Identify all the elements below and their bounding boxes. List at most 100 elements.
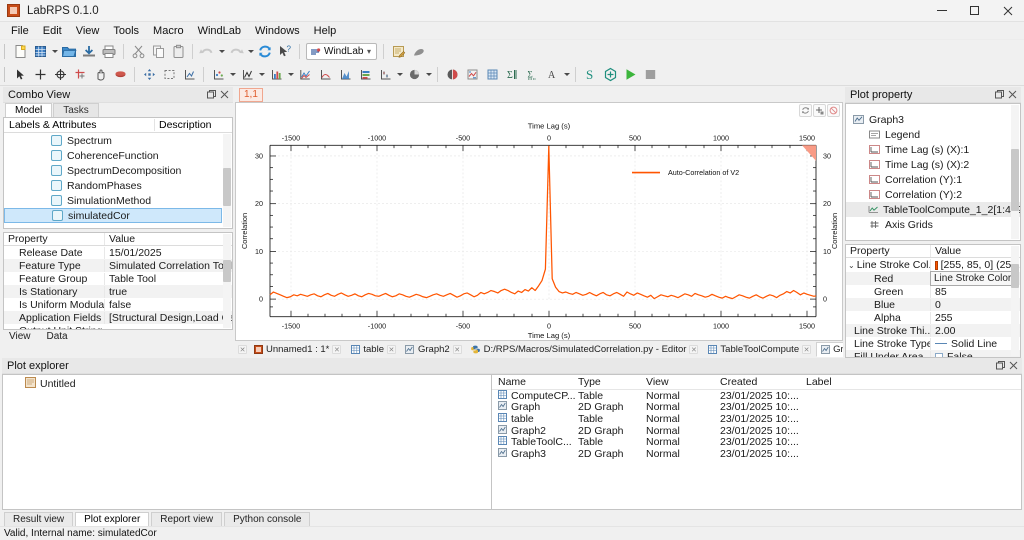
redo-dropdown-icon[interactable] <box>246 42 255 62</box>
pp-property-row-fill-under-area[interactable]: Fill Under Area False <box>846 350 1020 358</box>
col-header-view[interactable]: View <box>646 376 720 388</box>
document-tab-unnamed1[interactable]: Unnamed1 : 1* ✕ <box>249 342 345 357</box>
property-value[interactable]: [Structural Design,Load Calc... <box>104 312 232 324</box>
run-icon[interactable] <box>620 64 640 84</box>
pie-chart-icon[interactable] <box>404 64 424 84</box>
workbench-selector[interactable]: WindLab ▾ <box>306 43 377 60</box>
pp-property-row-line-stroke-type[interactable]: Line Stroke Type Solid Line <box>846 337 1020 350</box>
table-row[interactable]: TableToolC... Table Normal 23/01/2025 10… <box>492 436 1021 448</box>
autocorrelation-chart[interactable]: -1500-1000-500 050010001500 -1500-1000-5… <box>236 118 842 340</box>
tree-item-randomphases[interactable]: RandomPhases <box>4 178 232 193</box>
pie-chart-dropdown-icon[interactable] <box>424 64 433 84</box>
crosshair-icon[interactable] <box>30 64 50 84</box>
tab-view[interactable]: View <box>9 331 31 342</box>
property-value[interactable]: Simulated Correlation Tool <box>104 260 232 272</box>
move-icon[interactable] <box>139 64 159 84</box>
zoom-crosshair-icon[interactable] <box>70 64 90 84</box>
pp-item-timelag-x1[interactable]: Time Lag (s) (X):1 <box>846 142 1020 157</box>
property-value[interactable]: Table Tool <box>104 273 232 285</box>
close-icon[interactable]: ✕ <box>332 345 341 354</box>
plot-expl-item-untitled[interactable]: Untitled <box>3 375 491 389</box>
paste-icon[interactable] <box>168 42 188 62</box>
box-plot-icon[interactable] <box>355 64 375 84</box>
pp-item-tabletoolcompute-curve[interactable]: TableToolCompute_1_2[1:4097] <box>846 202 1020 217</box>
plot-cell-tab[interactable]: 1,1 <box>239 88 263 102</box>
add-simulation-icon[interactable] <box>600 64 620 84</box>
stack-plot-icon[interactable] <box>295 64 315 84</box>
pp-property-row-green[interactable]: Green 85 <box>846 285 1020 298</box>
col-header-name[interactable]: Name <box>492 376 578 388</box>
text-tool-icon[interactable]: A <box>542 64 562 84</box>
chevron-down-icon[interactable]: ▾ <box>363 47 374 56</box>
scale-icon[interactable] <box>179 64 199 84</box>
col-header-label[interactable]: Label <box>806 376 1021 388</box>
scatter-error-dropdown-icon[interactable] <box>395 64 404 84</box>
pp-property-value[interactable]: 85 <box>930 286 1020 298</box>
area-plot-icon[interactable] <box>335 64 355 84</box>
undock-icon[interactable] <box>205 88 218 101</box>
menu-windows[interactable]: Windows <box>248 23 307 39</box>
pp-property-row-line-stroke-color[interactable]: ⌄ Line Stroke Col... [255, 85, 0] (25... <box>846 258 1020 272</box>
pp-property-value[interactable]: 2.00 <box>930 325 1020 337</box>
menu-help[interactable]: Help <box>307 23 344 39</box>
magnet-icon[interactable] <box>110 64 130 84</box>
scatter-plot-icon[interactable] <box>208 64 228 84</box>
pp-property-value[interactable]: 255 <box>930 312 1020 324</box>
pp-property-row-alpha[interactable]: Alpha 255 <box>846 311 1020 324</box>
pp-property-scrollbar[interactable] <box>1011 246 1019 356</box>
pp-item-axis-grids[interactable]: Axis Grids <box>846 217 1020 232</box>
close-icon[interactable]: ✕ <box>238 345 247 354</box>
undock-icon[interactable] <box>994 359 1007 372</box>
undo-dropdown-icon[interactable] <box>217 42 226 62</box>
pan-hand-icon[interactable] <box>90 64 110 84</box>
copy-icon[interactable] <box>148 42 168 62</box>
document-tab-table[interactable]: table ✕ <box>346 342 400 357</box>
tree-item-simulationmethod[interactable]: SimulationMethod <box>4 193 232 208</box>
pp-property-row-red[interactable]: Red Line Stroke Color <box>846 272 1020 285</box>
execute-macro-icon[interactable] <box>408 42 428 62</box>
integrate-icon[interactable]: Σ <box>522 64 542 84</box>
property-value[interactable]: true <box>104 286 232 298</box>
property-row[interactable]: Feature Type Simulated Correlation Tool <box>4 259 232 272</box>
menu-windlab[interactable]: WindLab <box>191 23 248 39</box>
tab-report-view[interactable]: Report view <box>151 512 222 526</box>
tab-tasks[interactable]: Tasks <box>53 103 99 117</box>
cancel-plot-icon[interactable] <box>827 104 840 117</box>
document-tab-tabletoolcompute[interactable]: TableToolCompute ✕ <box>703 342 815 357</box>
line-plot-dropdown-icon[interactable] <box>257 64 266 84</box>
select-region-icon[interactable] <box>159 64 179 84</box>
pp-property-row-line-stroke-thickness[interactable]: Line Stroke Thi... 2.00 <box>846 324 1020 337</box>
tree-item-simulatedcor[interactable]: simulatedCor <box>4 208 222 223</box>
toolbar-grip[interactable] <box>4 44 7 59</box>
new-document-icon[interactable] <box>10 42 30 62</box>
document-tab-editor[interactable]: D:/RPS/Macros/SimulatedCorrelation.py - … <box>467 342 703 357</box>
pp-item-timelag-x2[interactable]: Time Lag (s) (X):2 <box>846 157 1020 172</box>
expander-icon[interactable]: ⌄ <box>848 261 855 270</box>
cut-icon[interactable] <box>128 42 148 62</box>
pp-item-correlation-y2[interactable]: Correlation (Y):2 <box>846 187 1020 202</box>
refresh-icon[interactable] <box>255 42 275 62</box>
whats-this-icon[interactable]: ? <box>275 42 295 62</box>
scatter-plot-dropdown-icon[interactable] <box>228 64 237 84</box>
pointer-icon[interactable] <box>10 64 30 84</box>
bar-plot-dropdown-icon[interactable] <box>286 64 295 84</box>
table-row[interactable]: ComputeCP... Table Normal 23/01/2025 10:… <box>492 390 1021 402</box>
close-icon[interactable]: ✕ <box>689 345 698 354</box>
property-row[interactable]: Feature Group Table Tool <box>4 272 232 285</box>
line-plot-icon[interactable] <box>237 64 257 84</box>
close-icon[interactable]: ✕ <box>453 345 462 354</box>
tab-python-console[interactable]: Python console <box>224 512 310 526</box>
new-spreadsheet-icon[interactable] <box>30 42 50 62</box>
property-scrollbar[interactable] <box>223 234 231 328</box>
sum-icon[interactable]: Σ <box>502 64 522 84</box>
property-value[interactable]: 15/01/2025 <box>104 247 232 259</box>
document-tab-graph3[interactable]: Graph3 ✕ <box>816 342 843 357</box>
plot-canvas[interactable]: -1500-1000-500 050010001500 -1500-1000-5… <box>236 118 842 340</box>
color-swatch[interactable] <box>935 261 938 270</box>
menu-edit[interactable]: Edit <box>36 23 69 39</box>
pp-item-graph3[interactable]: Graph3 <box>846 112 1020 127</box>
pp-item-legend[interactable]: Legend <box>846 127 1020 142</box>
property-row[interactable]: Release Date 15/01/2025 <box>4 246 232 259</box>
vector-plot-icon[interactable] <box>442 64 462 84</box>
table-row[interactable]: table Table Normal 23/01/2025 10:... <box>492 413 1021 425</box>
